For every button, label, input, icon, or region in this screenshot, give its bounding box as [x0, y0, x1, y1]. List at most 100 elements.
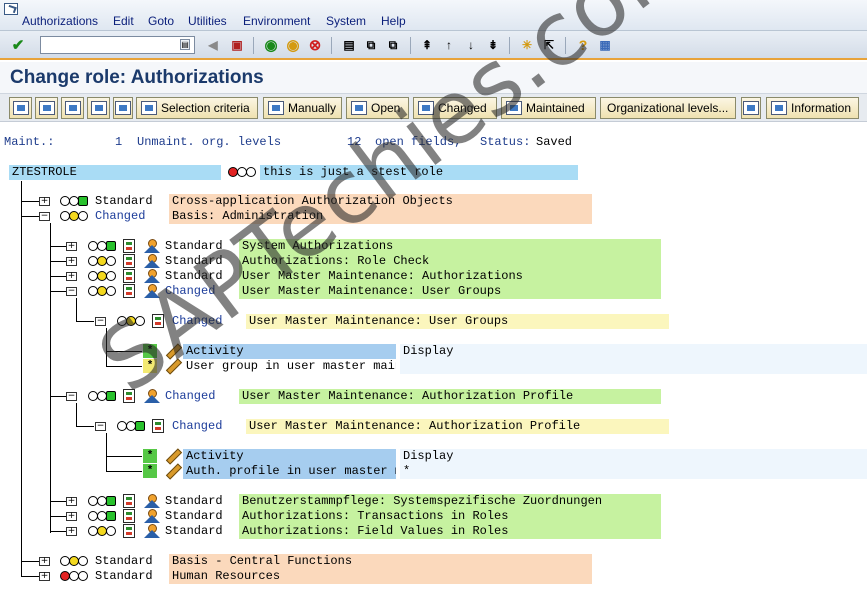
expand-node-button[interactable]: + — [66, 527, 77, 536]
menu-system[interactable]: System — [326, 14, 366, 28]
node-status[interactable]: Changed — [172, 419, 222, 434]
last-page-icon[interactable]: ⇟ — [485, 37, 501, 53]
field-value[interactable]: Display — [400, 344, 867, 359]
status-lights-icon — [88, 241, 118, 252]
information-button[interactable]: Information — [766, 97, 859, 119]
expand-all-button[interactable] — [9, 97, 32, 119]
status-legend-button[interactable] — [87, 97, 110, 119]
menu-utilities[interactable]: Utilities — [188, 14, 227, 28]
command-field[interactable] — [40, 36, 195, 54]
auth-object-label[interactable]: User Master Maintenance: User Groups — [239, 284, 661, 299]
collapse-node-button[interactable]: − — [66, 287, 77, 296]
pencil-icon[interactable] — [165, 344, 179, 358]
node-status: Standard — [95, 194, 153, 209]
list-button[interactable] — [741, 97, 761, 119]
pencil-icon[interactable] — [165, 449, 179, 463]
delete-button[interactable] — [113, 97, 133, 119]
selection-criteria-button[interactable]: Selection criteria — [136, 97, 258, 119]
auth-object-label[interactable]: User Master Maintenance: Authorizations — [239, 269, 661, 284]
auth-object-label[interactable]: User Master Maintenance: Authorization P… — [239, 389, 661, 404]
shortcut-icon[interactable]: ⇱ — [541, 37, 557, 53]
save-icon[interactable]: ▣ — [229, 37, 245, 53]
find-icon[interactable]: ⧉ — [363, 37, 379, 53]
auth-object-label[interactable]: Authorizations: Role Check — [239, 254, 661, 269]
node-status[interactable]: Changed — [165, 389, 215, 404]
unmaint-label: Unmaint. org. levels — [137, 135, 281, 149]
expand-node-button[interactable]: + — [66, 242, 77, 251]
org-level-icon — [144, 524, 160, 538]
expand-node-button[interactable]: + — [39, 557, 50, 566]
field-value[interactable] — [400, 359, 867, 374]
auth-object-label[interactable]: Authorizations: Field Values in Roles — [239, 524, 661, 539]
layout-icon[interactable]: ▦ — [597, 37, 613, 53]
auth-object-label[interactable]: Authorizations: Transactions in Roles — [239, 509, 661, 524]
collapse-all-button[interactable] — [35, 97, 58, 119]
expand-node-button[interactable]: + — [66, 497, 77, 506]
collapse-left-icon[interactable]: ◀ — [205, 37, 221, 53]
traffic-light-icon — [91, 101, 107, 115]
pencil-icon[interactable] — [165, 359, 179, 373]
role-name[interactable]: ZTESTROLE — [9, 165, 221, 180]
auth-class-label[interactable]: Human Resources — [169, 569, 592, 584]
changed-button[interactable]: Changed — [413, 97, 497, 119]
first-page-icon[interactable]: ⇞ — [419, 37, 435, 53]
auth-class-label[interactable]: Cross-application Authorization Objects — [169, 194, 592, 209]
pencil-icon[interactable] — [165, 464, 179, 478]
expand-node-button[interactable]: + — [39, 197, 50, 206]
tree-line — [21, 201, 39, 202]
back-icon[interactable]: ◉ — [263, 37, 279, 53]
org-level-icon — [144, 389, 160, 403]
expand-node-button[interactable]: + — [66, 257, 77, 266]
system-menu-icon[interactable] — [4, 3, 18, 15]
organizational-levels-button[interactable]: Organizational levels... — [600, 97, 736, 119]
tree-line — [21, 561, 39, 562]
expand-node-button[interactable]: + — [66, 512, 77, 521]
tree-line — [50, 246, 66, 247]
find-next-icon[interactable]: ⧉ — [385, 37, 401, 53]
role-description[interactable]: this is just a stest role — [260, 165, 578, 180]
generate-button[interactable] — [61, 97, 84, 119]
status-lights-icon — [60, 211, 90, 222]
field-name: Activity — [183, 449, 396, 464]
authorization-label[interactable]: User Master Maintenance: Authorization P… — [246, 419, 669, 434]
unmaint-count: 1 — [115, 135, 122, 149]
auth-object-icon — [123, 254, 135, 268]
collapse-node-button[interactable]: − — [95, 422, 106, 431]
expand-node-button[interactable]: + — [39, 572, 50, 581]
collapse-node-button[interactable]: − — [95, 317, 106, 326]
node-status[interactable]: Changed — [172, 314, 222, 329]
collapse-node-button[interactable]: − — [39, 212, 50, 221]
menu-environment[interactable]: Environment — [243, 14, 310, 28]
expand-node-button[interactable]: + — [66, 272, 77, 281]
manually-button[interactable]: Manually — [263, 97, 342, 119]
next-page-icon[interactable]: ↓ — [463, 37, 479, 53]
previous-page-icon[interactable]: ↑ — [441, 37, 457, 53]
auth-class-label[interactable]: Basis: Administration — [169, 209, 592, 224]
auth-object-icon — [123, 524, 135, 538]
node-status[interactable]: Changed — [165, 284, 215, 299]
menu-authorizations[interactable]: Authorizations — [22, 14, 98, 28]
menu-help[interactable]: Help — [381, 14, 406, 28]
auth-object-label[interactable]: System Authorizations — [239, 239, 661, 254]
node-status[interactable]: Changed — [95, 209, 145, 224]
auth-object-label[interactable]: Benutzerstammpflege: Systemspezifische Z… — [239, 494, 661, 509]
create-session-icon[interactable]: ✳ — [519, 37, 535, 53]
open-button[interactable]: Open — [346, 97, 409, 119]
exit-icon[interactable]: ◉ — [285, 37, 301, 53]
field-value[interactable]: Display — [400, 449, 867, 464]
collapse-node-button[interactable]: − — [66, 392, 77, 401]
print-icon[interactable]: ▤ — [341, 37, 357, 53]
menu-edit[interactable]: Edit — [113, 14, 134, 28]
generate-icon — [65, 101, 81, 115]
auth-class-label[interactable]: Basis - Central Functions — [169, 554, 592, 569]
authorization-label[interactable]: User Master Maintenance: User Groups — [246, 314, 669, 329]
node-status: Standard — [165, 524, 223, 539]
cancel-icon[interactable]: ⊗ — [307, 37, 323, 53]
command-history-icon[interactable]: ▤ — [180, 39, 190, 50]
maintained-button[interactable]: Maintained — [501, 97, 596, 119]
menu-goto[interactable]: Goto — [148, 14, 174, 28]
status-lights-icon — [60, 571, 90, 582]
enter-icon[interactable]: ✔ — [10, 37, 26, 53]
field-value[interactable]: * — [400, 464, 867, 479]
help-icon[interactable]: ? — [575, 37, 591, 53]
